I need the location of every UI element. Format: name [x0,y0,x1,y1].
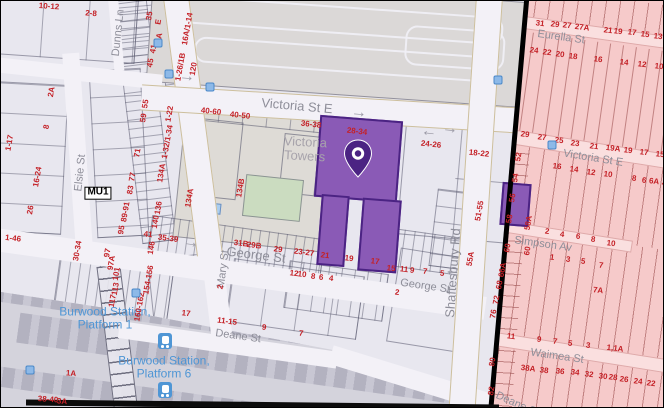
transit-stop-icon[interactable] [164,69,174,79]
transit-stop-icon[interactable] [131,288,141,298]
train-station-icon[interactable] [158,333,172,349]
transit-stop-icon[interactable] [205,82,215,92]
train-station-icon[interactable] [158,382,172,398]
transit-stop-icon[interactable] [493,75,503,85]
icon-layer [1,1,663,407]
one-way-arrow-right-icon [350,104,367,121]
transit-stop-icon[interactable] [153,38,163,48]
one-way-arrow-right-icon [178,68,195,85]
one-way-arrow-right-icon [441,120,459,138]
location-pin-icon[interactable] [343,139,373,179]
one-way-arrow-right-icon [290,252,308,270]
transit-stop-icon[interactable] [25,365,35,375]
map-canvas[interactable]: Dunns Ln Elsie St Victoria St E Mary St Geor… [0,0,664,408]
transit-stop-icon[interactable] [547,140,557,150]
one-way-arrow-left-icon [420,123,438,141]
one-way-arrow-right-icon [182,234,200,252]
